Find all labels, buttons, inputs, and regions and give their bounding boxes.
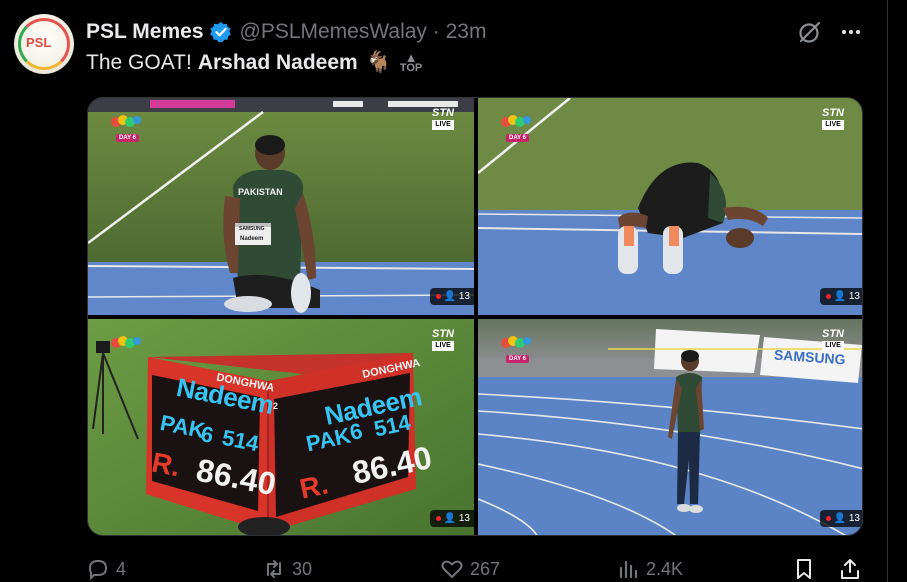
share-button[interactable] xyxy=(838,556,862,582)
like-count: 267 xyxy=(470,558,501,579)
repost-icon xyxy=(267,560,281,578)
photo-athlete-kneeling[interactable]: PAKISTAN SAMSUNG Nadeem DAY 6 STN LIVE 👤 … xyxy=(88,98,474,315)
photo-scoreboard[interactable]: DONGHWA Nadeem PAK 6 514 R. 86.40 2 DONG… xyxy=(88,319,474,535)
like-button[interactable]: 267 xyxy=(440,556,500,582)
top-arrow-emoji: ▲ TOP xyxy=(399,50,423,74)
avatar[interactable]: PSL xyxy=(14,14,74,74)
photo-1-scene: PAKISTAN SAMSUNG Nadeem xyxy=(88,98,474,315)
tweet-header: PSL Memes @PSLMemesWalay · 23m xyxy=(86,18,486,46)
analytics-icon xyxy=(619,560,638,579)
view-count: 2.4K xyxy=(646,558,684,579)
scoreboard-side-number: 2 xyxy=(273,401,279,411)
timeline-border xyxy=(887,0,888,582)
tweet-text: The GOAT! Arshad Nadeem 🐐 ▲ TOP xyxy=(86,51,422,75)
day-tag: DAY 6 xyxy=(506,134,530,142)
scoreboard-r-left: R. xyxy=(149,446,183,483)
viewer-count-badge: 👤 13 xyxy=(819,288,862,305)
action-bar: 4 30 267 2.4K xyxy=(86,556,866,582)
bookmark-icon xyxy=(797,559,811,579)
repost-count: 30 xyxy=(292,558,313,579)
broadcaster-logo: STN LIVE xyxy=(822,107,844,130)
bib-brand: SAMSUNG xyxy=(239,226,265,232)
bib-name: Nadeem xyxy=(240,236,263,242)
tweet-text-bold: Arshad Nadeem xyxy=(197,51,358,74)
games-logo-icon xyxy=(501,336,531,348)
share-icon xyxy=(841,559,859,579)
photo-athlete-prostrating[interactable]: DAY 6 STN LIVE 👤 13 xyxy=(478,98,862,315)
viewer-count-badge: 👤 13 xyxy=(429,510,474,527)
games-logo-icon xyxy=(111,115,141,127)
photo-2-scene xyxy=(478,98,862,315)
reply-icon xyxy=(88,559,108,581)
verified-badge-icon[interactable] xyxy=(209,21,232,43)
shirt-text: PAKISTAN xyxy=(238,187,283,197)
grok-icon[interactable] xyxy=(797,19,823,45)
broadcaster-logo: STN LIVE xyxy=(822,328,844,351)
handle-text[interactable]: @PSLMemesWalay xyxy=(240,20,427,43)
viewer-count-badge: 👤 13 xyxy=(429,288,474,305)
views-button[interactable]: 2.4K xyxy=(616,556,683,582)
repost-button[interactable]: 30 xyxy=(262,556,312,582)
media-grid: PAKISTAN SAMSUNG Nadeem DAY 6 STN LIVE 👤 … xyxy=(87,97,863,536)
goat-emoji: 🐐 xyxy=(365,51,392,74)
viewer-count-badge: 👤 13 xyxy=(819,510,862,527)
games-logo-icon xyxy=(501,115,531,127)
reply-button[interactable]: 4 xyxy=(86,556,126,582)
broadcaster-logo: STN LIVE xyxy=(432,328,454,351)
separator: · xyxy=(432,20,440,43)
heart-icon xyxy=(441,560,463,578)
tweet-text-prefix: The GOAT! xyxy=(86,51,192,74)
games-logo-icon xyxy=(111,336,141,348)
day-tag: DAY 6 xyxy=(116,134,140,142)
display-name[interactable]: PSL Memes xyxy=(86,20,204,44)
reply-count: 4 xyxy=(116,558,127,579)
photo-3-scene xyxy=(88,319,474,535)
bookmark-button[interactable] xyxy=(792,556,816,582)
day-tag: DAY 6 xyxy=(506,355,530,363)
more-options-icon[interactable] xyxy=(838,20,864,44)
timestamp[interactable]: 23m xyxy=(446,20,487,43)
broadcaster-logo: STN LIVE xyxy=(432,107,454,130)
avatar-logo-text: PSL xyxy=(26,35,52,50)
handle[interactable]: @PSLMemesWalay · 23m xyxy=(240,20,487,44)
photo-athlete-standing[interactable]: SAMSUNG DAY 6 STN LIVE 👤 13 xyxy=(478,319,862,535)
